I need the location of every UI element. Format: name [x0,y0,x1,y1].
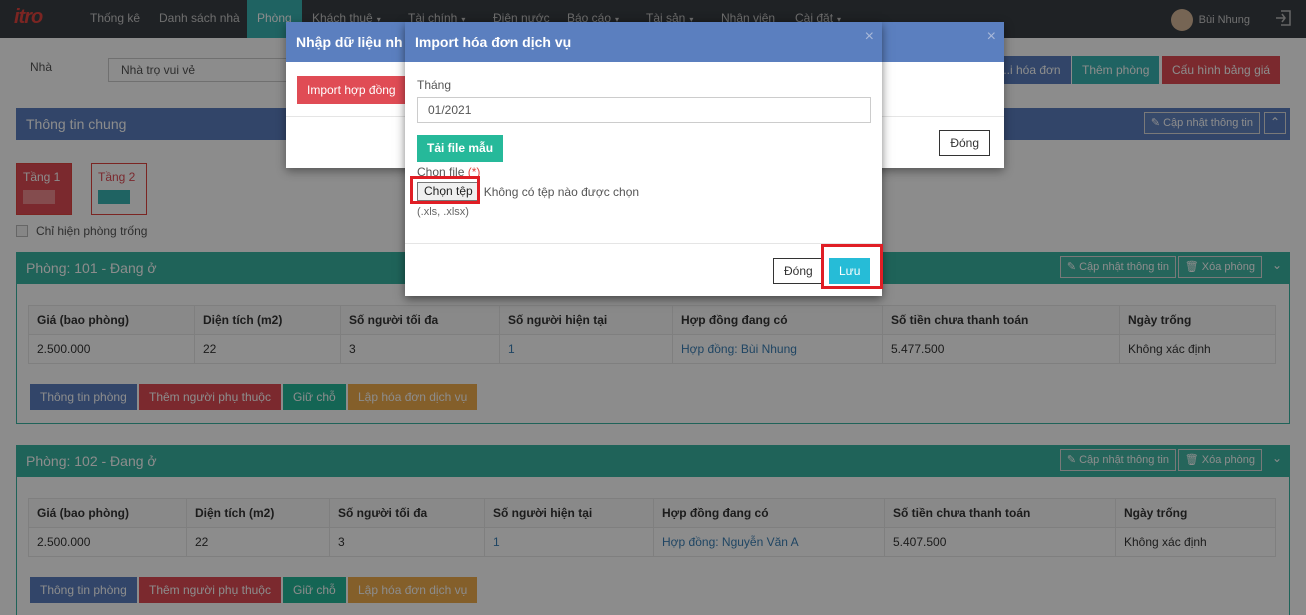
close-icon[interactable]: × [865,28,874,46]
download-template-button[interactable]: Tải file mẫu [417,135,504,162]
modal-title: Import hóa đơn dịch vụ [405,22,882,62]
file-status: Không có tệp nào được chọn [483,184,640,199]
close-button[interactable]: Đóng [939,130,990,156]
close-icon[interactable]: × [987,28,996,46]
import-contract-button[interactable]: Import hợp đồng [297,76,406,104]
highlight-box [821,244,883,289]
close-button[interactable]: Đóng [773,258,824,284]
import-service-invoice-modal: Import hóa đơn dịch vụ × Tháng 01/2021 T… [405,22,882,296]
month-input[interactable]: 01/2021 [417,97,871,123]
month-label: Tháng [417,78,452,92]
divider [405,243,882,244]
allowed-extensions: (.xls, .xlsx) [417,206,469,218]
highlight-box [410,176,480,204]
